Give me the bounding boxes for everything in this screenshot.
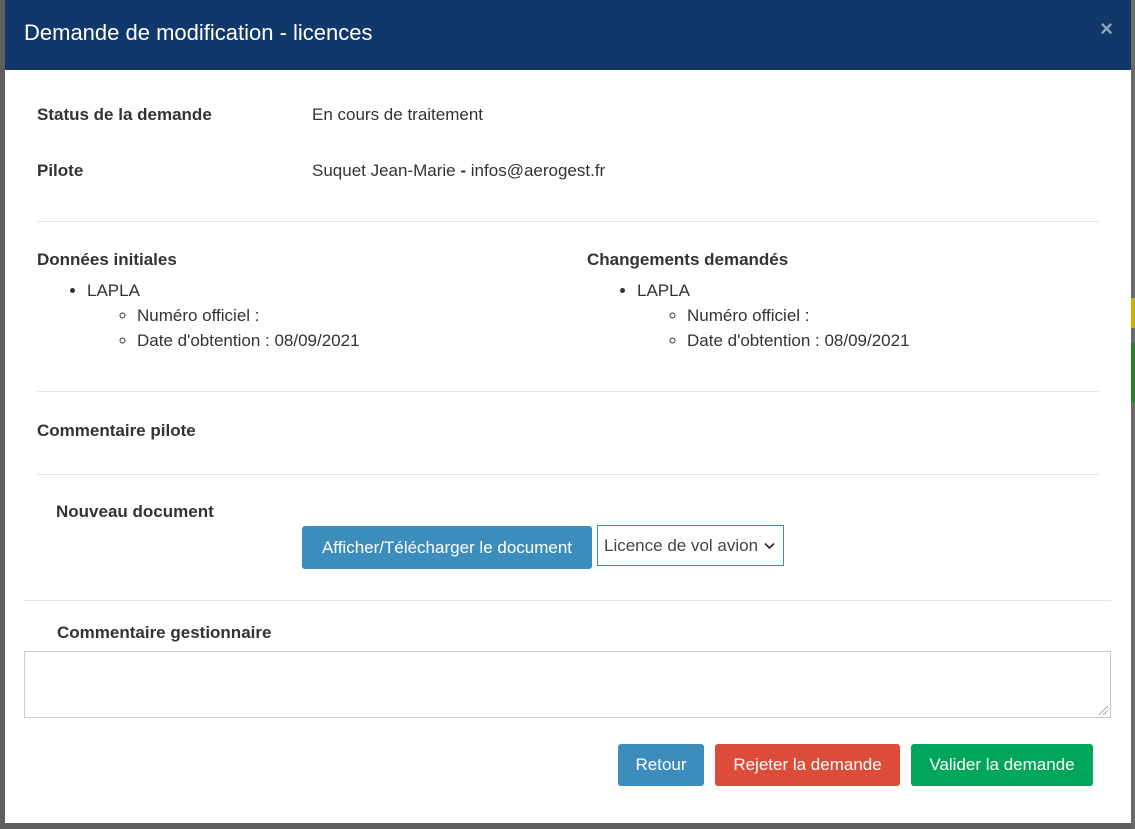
document-type-value: Licence de vol avion xyxy=(604,535,759,555)
divider xyxy=(37,391,1099,392)
numero-officiel: Numéro officiel : xyxy=(687,303,910,328)
pilote-label: Pilote xyxy=(37,161,84,180)
licence-name: LAPLA xyxy=(637,281,690,300)
close-icon[interactable]: × xyxy=(1100,18,1113,40)
changes-list: LAPLA Numéro officiel : Date d'obtention… xyxy=(587,278,910,353)
licence-name: LAPLA xyxy=(87,281,140,300)
date-obtention: Date d'obtention : 08/09/2021 xyxy=(687,328,910,353)
date-obtention: Date d'obtention : 08/09/2021 xyxy=(137,328,360,353)
validate-request-button[interactable]: Valider la demande xyxy=(911,744,1093,786)
pilote-name: Suquet Jean-Marie xyxy=(312,161,456,180)
modal-header: Demande de modification - licences × xyxy=(5,0,1131,70)
show-download-document-button[interactable]: Afficher/Télécharger le document xyxy=(302,526,592,569)
pilote-separator: - xyxy=(460,161,467,180)
numero-officiel: Numéro officiel : xyxy=(137,303,360,328)
back-button[interactable]: Retour xyxy=(618,744,704,786)
list-item: LAPLA Numéro officiel : Date d'obtention… xyxy=(87,278,360,353)
pilote-email: infos@aerogest.fr xyxy=(470,161,606,180)
initial-data-heading: Données initiales xyxy=(37,250,177,269)
list-item: LAPLA Numéro officiel : Date d'obtention… xyxy=(637,278,910,353)
modal-title: Demande de modification - licences xyxy=(24,20,373,45)
comment-pilote-label: Commentaire pilote xyxy=(37,421,196,440)
resize-handle-icon[interactable] xyxy=(1099,706,1108,715)
divider xyxy=(24,600,1111,601)
changes-heading: Changements demandés xyxy=(587,250,789,269)
modal-dialog: Demande de modification - licences × Sta… xyxy=(5,0,1131,823)
background-edge-green xyxy=(1131,343,1135,403)
divider xyxy=(37,474,1099,475)
pilote-value: Suquet Jean-Marie - infos@aerogest.fr xyxy=(312,161,605,181)
initial-data-list: LAPLA Numéro officiel : Date d'obtention… xyxy=(37,278,360,353)
new-document-label: Nouveau document xyxy=(56,502,214,521)
status-value: En cours de traitement xyxy=(312,105,484,124)
chevron-down-icon xyxy=(764,539,775,553)
background-edge-yellow xyxy=(1131,298,1135,328)
status-label: Status de la demande xyxy=(37,105,212,124)
document-type-select[interactable]: Licence de vol avion xyxy=(597,525,784,566)
background-edge xyxy=(1131,0,1135,829)
comment-gestionnaire-label: Commentaire gestionnaire xyxy=(57,623,272,642)
divider xyxy=(37,221,1099,222)
comment-gestionnaire-textarea[interactable] xyxy=(24,651,1111,718)
reject-request-button[interactable]: Rejeter la demande xyxy=(715,744,900,786)
